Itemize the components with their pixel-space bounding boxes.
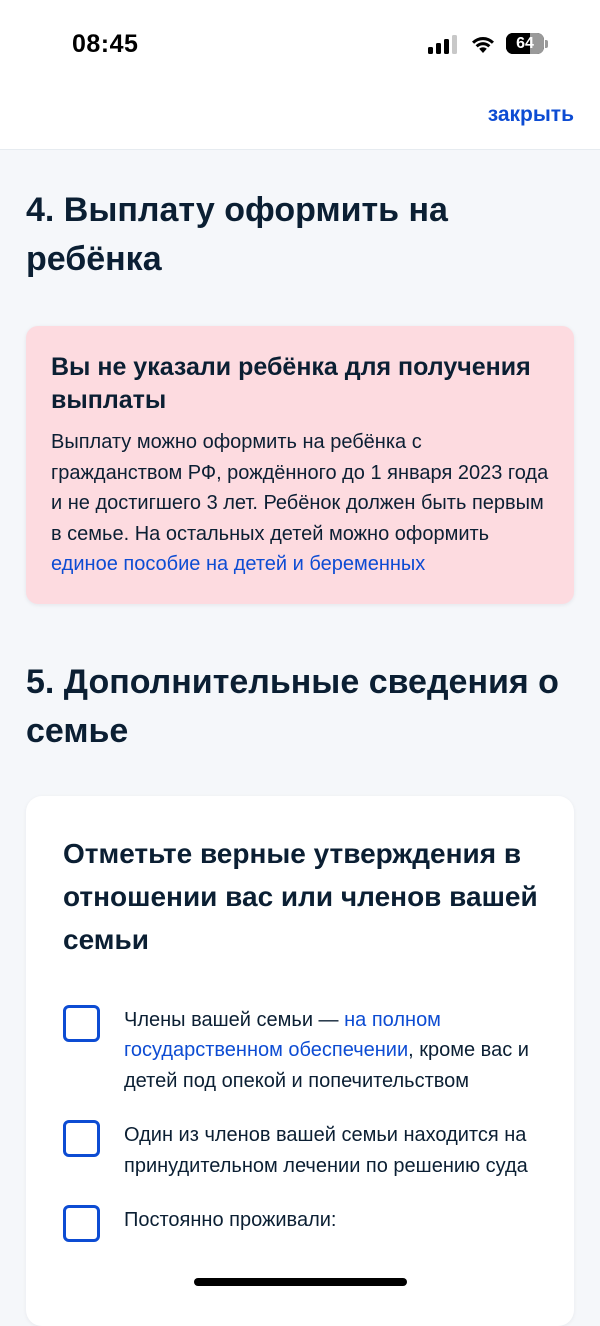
unified-benefit-link[interactable]: единое пособие на детей и беременных [51,553,425,575]
status-time: 08:45 [72,30,138,59]
checklist-item[interactable]: Один из членов вашей семьи находится на … [63,1120,538,1181]
checkbox[interactable] [63,1005,100,1042]
checklist-item[interactable]: Члены вашей семьи — на полном государств… [63,1005,538,1097]
checklist-item-label: Постоянно проживали: [124,1205,336,1236]
section-4-title: 4. Выплату оформить на ребёнка [26,186,574,284]
battery-tip [545,40,548,48]
battery-level: 64 [506,35,544,53]
home-indicator [194,1278,407,1286]
checklist-item-label: Один из членов вашей семьи находится на … [124,1120,538,1181]
error-alert: Вы не указали ребёнка для получения выпл… [26,326,574,604]
cellular-signal-icon [428,34,457,54]
alert-text-body: Выплату можно оформить на ребёнка с граж… [51,431,548,545]
status-bar: 08:45 64 [0,0,600,90]
main-content: 4. Выплату оформить на ребёнка Вы не ука… [26,150,574,1326]
wifi-icon [470,34,496,54]
battery-icon: 64 [506,33,544,54]
section-5-title: 5. Дополнительные сведения о семье [26,658,574,756]
statement-checklist: Члены вашей семьи — на полном государств… [63,1005,538,1243]
status-icons: 64 [428,33,548,54]
checklist-item[interactable]: Постоянно проживали: [63,1205,538,1242]
checkbox[interactable] [63,1120,100,1157]
label-text: Члены вашей семьи — [124,1009,344,1031]
top-nav: закрыть [0,90,600,150]
checkbox[interactable] [63,1205,100,1242]
family-info-card: Отметьте верные утверждения в отношении … [26,796,574,1326]
close-link[interactable]: закрыть [488,103,574,127]
card-title: Отметьте верные утверждения в отношении … [63,832,538,961]
checklist-item-label: Члены вашей семьи — на полном государств… [124,1005,538,1097]
alert-title: Вы не указали ребёнка для получения выпл… [51,351,550,417]
alert-text: Выплату можно оформить на ребёнка с граж… [51,427,550,580]
